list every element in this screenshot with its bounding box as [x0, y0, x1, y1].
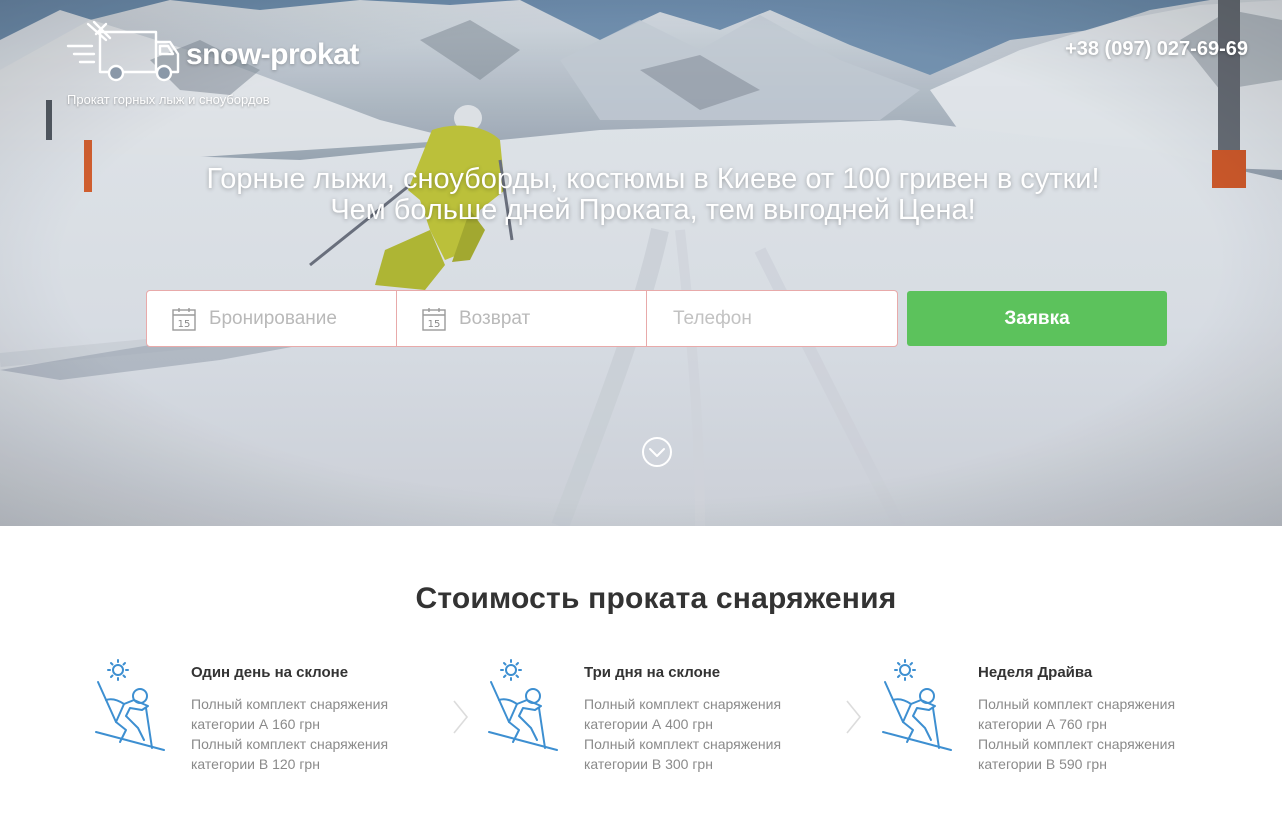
plan-price-line: категории А 760 грн — [978, 716, 1107, 732]
plan-price-line: Полный комплект снаряжения — [584, 736, 782, 752]
booking-date-field[interactable]: 15 Бронирование — [146, 290, 397, 347]
plan-price-line: категории А 400 грн — [584, 716, 713, 732]
phone-placeholder: Телефон — [673, 307, 752, 329]
calendar-icon: 15 — [172, 307, 196, 331]
plan-title: Три дня на склоне — [584, 664, 721, 681]
brand[interactable]: snow-prokat Прокат горных лыж и сноуборд… — [66, 20, 386, 115]
pricing-title: Стоимость проката снаряжения — [415, 582, 897, 615]
truck-logo-icon — [66, 20, 180, 82]
pricing-plan: Три дня на склоне Полный комплект снаряж… — [487, 658, 827, 788]
skier-icon — [488, 659, 558, 751]
calendar-day-text: 15 — [428, 319, 441, 330]
plan-price-line: Полный комплект снаряжения — [978, 736, 1176, 752]
hero-section: snow-prokat Прокат горных лыж и сноуборд… — [0, 0, 1282, 526]
plan-price-line: категории В 300 грн — [584, 756, 713, 772]
plan-price-line: категории В 120 грн — [191, 756, 320, 772]
return-date-placeholder: Возврат — [459, 307, 531, 329]
brand-tagline: Прокат горных лыж и сноубордов — [67, 92, 270, 107]
scroll-down-chevron-icon[interactable] — [641, 436, 673, 468]
plan-price-line: Полный комплект снаряжения — [191, 736, 389, 752]
brand-name: snow-prokat — [186, 38, 359, 71]
hero-headline: Горные лыжи, сноуборды, костюмы в Киеве … — [0, 164, 1282, 226]
calendar-day-text: 15 — [178, 319, 191, 330]
submit-request-button[interactable]: Заявка — [907, 291, 1167, 346]
calendar-icon: 15 — [422, 307, 446, 331]
plan-price-line: Полный комплект снаряжения — [978, 696, 1176, 712]
plan-price-line: категории В 590 грн — [978, 756, 1107, 772]
phone-field[interactable]: Телефон — [646, 290, 898, 347]
plan-price-line: Полный комплект снаряжения — [191, 696, 389, 712]
chevron-right-icon — [846, 700, 862, 734]
skier-icon — [882, 659, 952, 751]
plan-title: Неделя Драйва — [978, 664, 1093, 681]
chevron-right-icon — [453, 700, 469, 734]
booking-date-placeholder: Бронирование — [209, 307, 337, 329]
plan-title: Один день на склоне — [191, 664, 349, 681]
pricing-plan: Неделя Драйва Полный комплект снаряжения… — [881, 658, 1221, 788]
skier-icon — [95, 659, 165, 751]
hero-headline-line2: Чем больше дней Проката, тем выгодней Це… — [330, 194, 976, 226]
plan-price-line: Полный комплект снаряжения — [584, 696, 782, 712]
return-date-field[interactable]: 15 Возврат — [396, 290, 647, 347]
plan-price-line: категории А 160 грн — [191, 716, 320, 732]
hero-headline-line1: Горные лыжи, сноуборды, костюмы в Киеве … — [206, 163, 1100, 195]
header-phone-link[interactable]: +38 (097) 027-69-69 — [1065, 38, 1248, 61]
pricing-plan: Один день на склоне Полный комплект снар… — [94, 658, 434, 788]
booking-form: 15 Бронирование 15 Возврат Телефон Заявк… — [146, 290, 1168, 347]
